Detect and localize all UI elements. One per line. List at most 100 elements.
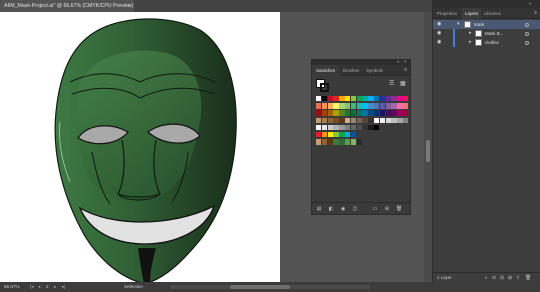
layer-target-icon[interactable] bbox=[525, 40, 529, 45]
close-panel-icon[interactable]: × bbox=[404, 59, 407, 64]
color-swatch[interactable] bbox=[333, 96, 339, 102]
color-swatch[interactable] bbox=[350, 124, 357, 131]
color-swatch[interactable] bbox=[385, 117, 391, 123]
collapse-dock-icon[interactable]: « bbox=[529, 0, 532, 8]
color-group-icon[interactable]: ◫ bbox=[352, 206, 358, 212]
color-swatch[interactable] bbox=[350, 110, 357, 116]
first-artboard-icon[interactable]: |◂ bbox=[30, 282, 34, 292]
color-swatch[interactable] bbox=[333, 124, 339, 131]
show-kinds-icon[interactable]: ◧ bbox=[328, 206, 334, 212]
color-swatch[interactable] bbox=[368, 103, 374, 109]
color-swatch[interactable] bbox=[356, 103, 362, 109]
color-swatch[interactable] bbox=[321, 124, 328, 131]
color-swatch[interactable] bbox=[356, 117, 362, 123]
color-swatch[interactable] bbox=[321, 132, 328, 138]
color-swatch[interactable] bbox=[345, 132, 351, 138]
layer-row-mask[interactable]: ◉ ▾ Mask bbox=[433, 20, 540, 29]
color-swatch[interactable] bbox=[345, 110, 351, 116]
list-view-icon[interactable]: ☰ bbox=[389, 80, 394, 87]
color-swatch[interactable] bbox=[356, 124, 362, 131]
color-swatch[interactable] bbox=[374, 117, 380, 123]
dock-menu-icon[interactable]: ≡ bbox=[534, 8, 537, 19]
color-swatch[interactable] bbox=[327, 132, 333, 138]
color-swatch[interactable] bbox=[316, 110, 322, 116]
color-swatch[interactable] bbox=[374, 96, 380, 102]
color-swatch[interactable] bbox=[397, 110, 403, 116]
visibility-eye-icon[interactable]: ◉ bbox=[437, 29, 441, 38]
expand-chevron-right-icon[interactable]: ▸ bbox=[469, 29, 472, 38]
color-swatch[interactable] bbox=[403, 117, 409, 123]
color-swatch[interactable] bbox=[339, 132, 345, 138]
color-swatch[interactable] bbox=[327, 139, 333, 145]
color-swatch[interactable] bbox=[403, 103, 409, 109]
horizontal-scroll-thumb[interactable] bbox=[230, 285, 290, 289]
panel-menu-icon[interactable]: ≡ bbox=[404, 65, 407, 76]
layer-row-mask-b[interactable]: ◉ ▸ Mask B... bbox=[433, 29, 540, 38]
color-swatch[interactable] bbox=[391, 117, 397, 123]
color-swatch[interactable] bbox=[321, 103, 328, 109]
color-swatch[interactable] bbox=[403, 96, 409, 102]
tab-symbols[interactable]: Symbols bbox=[362, 65, 387, 76]
artboard[interactable] bbox=[0, 12, 280, 285]
color-swatch[interactable] bbox=[316, 117, 322, 123]
artboard-number[interactable]: 2 bbox=[46, 282, 49, 292]
color-swatch[interactable] bbox=[362, 103, 368, 109]
color-swatch[interactable] bbox=[356, 139, 362, 145]
color-swatch[interactable] bbox=[374, 110, 380, 116]
color-swatch[interactable] bbox=[397, 96, 403, 102]
visibility-eye-icon[interactable]: ◉ bbox=[437, 38, 441, 47]
color-swatch[interactable] bbox=[379, 117, 386, 123]
color-swatch[interactable] bbox=[403, 110, 409, 116]
grid-view-icon[interactable]: ▦ bbox=[400, 80, 406, 87]
color-swatch[interactable] bbox=[362, 110, 368, 116]
color-swatch[interactable] bbox=[327, 103, 333, 109]
color-swatch[interactable] bbox=[379, 110, 386, 116]
stroke-swatch-indicator[interactable] bbox=[320, 83, 329, 92]
dock-titlebar[interactable]: « bbox=[433, 0, 540, 8]
color-swatch[interactable] bbox=[391, 103, 397, 109]
color-swatch[interactable] bbox=[333, 103, 339, 109]
color-swatch[interactable] bbox=[350, 139, 357, 145]
collapse-panel-icon[interactable]: « bbox=[397, 59, 400, 64]
color-swatch[interactable] bbox=[374, 124, 380, 131]
color-swatch[interactable] bbox=[327, 96, 333, 102]
color-swatch[interactable] bbox=[391, 110, 397, 116]
visibility-eye-icon[interactable]: ◉ bbox=[437, 20, 441, 29]
color-swatch[interactable] bbox=[397, 103, 403, 109]
color-swatch[interactable] bbox=[397, 117, 403, 123]
color-swatch[interactable] bbox=[345, 96, 351, 102]
swatch-options-icon[interactable]: ◉ bbox=[340, 206, 346, 212]
vertical-scroll-thumb[interactable] bbox=[426, 140, 430, 162]
tab-libraries[interactable]: Libraries bbox=[481, 8, 504, 19]
color-swatch[interactable] bbox=[362, 124, 368, 131]
color-swatch[interactable] bbox=[333, 139, 339, 145]
color-swatch[interactable] bbox=[327, 124, 333, 131]
color-swatch[interactable] bbox=[350, 117, 357, 123]
prev-artboard-icon[interactable]: ◂ bbox=[38, 282, 40, 292]
expand-chevron-right-icon[interactable]: ▸ bbox=[469, 38, 472, 47]
vertical-scrollbar[interactable] bbox=[424, 12, 432, 282]
color-swatch[interactable] bbox=[339, 110, 345, 116]
color-swatch[interactable] bbox=[333, 132, 339, 138]
new-group-icon[interactable]: ▭ bbox=[372, 206, 378, 212]
layer-target-icon[interactable] bbox=[525, 31, 529, 36]
color-swatch[interactable] bbox=[374, 103, 380, 109]
close-tab-icon[interactable]: × bbox=[127, 0, 130, 12]
color-swatch[interactable] bbox=[345, 103, 351, 109]
expand-chevron-down-icon[interactable]: ▾ bbox=[457, 20, 460, 29]
layer-target-icon[interactable] bbox=[525, 22, 529, 27]
color-swatch[interactable] bbox=[333, 110, 339, 116]
color-swatch[interactable] bbox=[339, 124, 345, 131]
color-swatch[interactable] bbox=[316, 132, 322, 138]
color-swatch[interactable] bbox=[316, 103, 322, 109]
delete-swatch-icon[interactable]: 🗑 bbox=[396, 206, 402, 212]
color-swatch[interactable] bbox=[321, 96, 328, 102]
color-swatch[interactable] bbox=[379, 96, 386, 102]
color-swatch[interactable] bbox=[339, 96, 345, 102]
next-artboard-icon[interactable]: ▸ bbox=[54, 282, 56, 292]
color-swatch[interactable] bbox=[345, 117, 351, 123]
color-swatch[interactable] bbox=[345, 139, 351, 145]
color-swatch[interactable] bbox=[362, 117, 368, 123]
color-swatch[interactable] bbox=[321, 117, 328, 123]
color-swatch[interactable] bbox=[339, 139, 345, 145]
